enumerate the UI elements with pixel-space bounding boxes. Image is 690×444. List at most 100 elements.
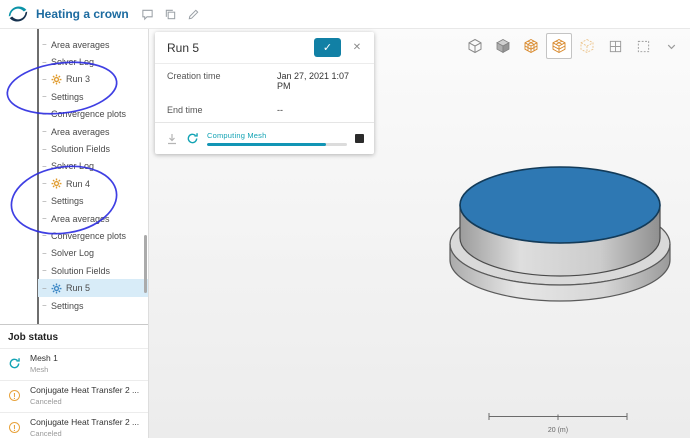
job-name: Conjugate Heat Transfer 2 ... xyxy=(30,385,140,395)
creation-time-label: Creation time xyxy=(167,71,221,81)
select-region-icon[interactable] xyxy=(630,33,656,59)
scale-bar: 20 (m) xyxy=(488,408,628,434)
tree-item-solver-log-run4[interactable]: − Solver Log xyxy=(0,245,148,262)
tree-item-label: Convergence plots xyxy=(51,109,127,120)
tree-item-settings-run3[interactable]: − Settings xyxy=(0,88,148,105)
tree-item-label: Settings xyxy=(51,300,84,311)
creation-time-value: Jan 27, 2021 1:07 PM xyxy=(277,71,350,91)
download-icon[interactable] xyxy=(165,132,178,145)
tree-item-solver-log-run3[interactable]: − Solver Log xyxy=(0,158,148,175)
collapse-icon[interactable]: − xyxy=(42,92,51,101)
tree-item-label: Solver Log xyxy=(51,161,95,172)
close-button[interactable]: ✕ xyxy=(348,39,366,57)
run-progress-row: Computing Mesh xyxy=(155,122,374,154)
copy-icon[interactable] xyxy=(164,7,178,21)
progress-label: Computing Mesh xyxy=(207,131,267,140)
tree-item-area-averages-run3[interactable]: − Area averages xyxy=(0,123,148,140)
job-name: Conjugate Heat Transfer 2 ... xyxy=(30,417,140,427)
job-status-text: Canceled xyxy=(30,397,62,406)
tree-item-area-averages-run4[interactable]: − Area averages xyxy=(0,210,148,227)
tree-item-settings-run4[interactable]: − Settings xyxy=(0,193,148,210)
tree-item-convergence-plots-run4[interactable]: − Convergence plots xyxy=(0,227,148,244)
sync-icon[interactable] xyxy=(186,132,199,145)
confirm-button[interactable]: ✓ xyxy=(314,38,341,57)
collapse-icon[interactable]: − xyxy=(42,75,51,84)
app-logo-icon xyxy=(8,6,28,22)
tree-item-run-5[interactable]: − Run 5 xyxy=(0,279,148,298)
comment-icon[interactable] xyxy=(141,7,155,21)
progress-bar-wrap: Computing Mesh xyxy=(207,131,347,146)
collapse-icon[interactable]: − xyxy=(42,179,51,188)
collapse-icon[interactable]: − xyxy=(42,127,51,136)
collapse-icon[interactable]: − xyxy=(42,266,51,275)
collapse-icon[interactable]: − xyxy=(42,301,51,310)
tree-item-run-4[interactable]: − Run 4 xyxy=(0,175,148,192)
tree-item-label: Area averages xyxy=(51,213,110,224)
scale-bar-label: 20 (m) xyxy=(547,427,569,434)
job-status-title: Job status xyxy=(8,332,59,343)
collapse-icon[interactable]: − xyxy=(42,162,51,171)
collapse-icon[interactable]: − xyxy=(42,145,51,154)
mesh-cube-icon[interactable] xyxy=(518,33,544,59)
creation-time-row: Creation time Jan 27, 2021 1:07 PM xyxy=(155,64,374,98)
gear-icon xyxy=(51,178,63,189)
3d-model-disc[interactable] xyxy=(435,150,685,330)
job-item-cht-2b[interactable]: ! Conjugate Heat Transfer 2 ... Canceled xyxy=(0,412,148,444)
collapse-icon[interactable]: − xyxy=(42,197,51,206)
tree-item-label: Settings xyxy=(51,91,84,102)
warning-icon: ! xyxy=(8,421,21,434)
grid-icon[interactable] xyxy=(602,33,628,59)
cube-shaded-icon[interactable] xyxy=(490,33,516,59)
viewport-toolbar xyxy=(462,33,684,59)
progress-bar xyxy=(207,143,347,146)
tree-scrollbar[interactable] xyxy=(144,235,147,293)
job-status-text: Mesh xyxy=(30,365,49,374)
tree-item-label: Solution Fields xyxy=(51,265,111,276)
tree-item-label: Area averages xyxy=(51,39,110,50)
mesh-region-icon[interactable] xyxy=(546,33,572,59)
collapse-icon[interactable]: − xyxy=(42,40,51,49)
mesh-cube-faded-icon[interactable] xyxy=(574,33,600,59)
tree-item-label: Run 5 xyxy=(66,283,91,294)
chevron-down-icon[interactable] xyxy=(658,33,684,59)
job-status-text: Canceled xyxy=(30,429,62,438)
tree-item-label: Run 3 xyxy=(66,74,91,85)
collapse-icon[interactable]: − xyxy=(42,58,51,67)
stop-button[interactable] xyxy=(355,134,364,143)
tree-item-label: Run 4 xyxy=(66,178,91,189)
collapse-icon[interactable]: − xyxy=(42,214,51,223)
end-time-value: -- xyxy=(277,105,283,115)
tree-item-settings-run5[interactable]: − Settings xyxy=(0,297,148,314)
end-time-row: End time -- xyxy=(155,98,374,122)
simulation-tree: − Area averages − Solver Log − Run 3 − S… xyxy=(0,28,148,324)
collapse-icon[interactable]: − xyxy=(42,231,51,240)
collapse-icon[interactable]: − xyxy=(42,249,51,258)
edit-pencil-icon[interactable] xyxy=(187,7,201,21)
cube-wire-icon[interactable] xyxy=(462,33,488,59)
run-card-title: Run 5 xyxy=(167,40,200,55)
job-name: Mesh 1 xyxy=(30,353,58,363)
tree-item-label: Solution Fields xyxy=(51,144,111,155)
job-status-panel: Job status Mesh 1 Mesh ! Conjugate Heat … xyxy=(0,324,148,444)
tree-item-area-averages-1[interactable]: − Area averages xyxy=(0,36,148,53)
tree-item-solution-fields-run3[interactable]: − Solution Fields xyxy=(0,140,148,157)
scale-bar-line xyxy=(488,413,628,420)
project-title: Heating a crown xyxy=(36,7,129,21)
tree-item-solution-fields-run4[interactable]: − Solution Fields xyxy=(0,262,148,279)
tree-item-label: Solver Log xyxy=(51,57,95,68)
job-item-cht-2a[interactable]: ! Conjugate Heat Transfer 2 ... Canceled xyxy=(0,380,148,412)
tree-item-label: Solver Log xyxy=(51,248,95,259)
gear-icon xyxy=(51,74,63,85)
tree-item-solver-log-1[interactable]: − Solver Log xyxy=(0,53,148,70)
collapse-icon[interactable]: − xyxy=(42,284,51,293)
tree-item-label: Settings xyxy=(51,196,84,207)
tree-item-run-3[interactable]: − Run 3 xyxy=(0,71,148,88)
collapse-icon[interactable]: − xyxy=(42,110,51,119)
job-item-mesh-1[interactable]: Mesh 1 Mesh xyxy=(0,348,148,380)
tree-item-label: Convergence plots xyxy=(51,230,127,241)
left-panel: − Area averages − Solver Log − Run 3 − S… xyxy=(0,28,149,444)
run-card-header: Run 5 ✓ ✕ xyxy=(155,32,374,64)
tree-item-convergence-plots-run3[interactable]: − Convergence plots xyxy=(0,106,148,123)
progress-fill xyxy=(207,143,326,146)
end-time-label: End time xyxy=(167,105,203,115)
